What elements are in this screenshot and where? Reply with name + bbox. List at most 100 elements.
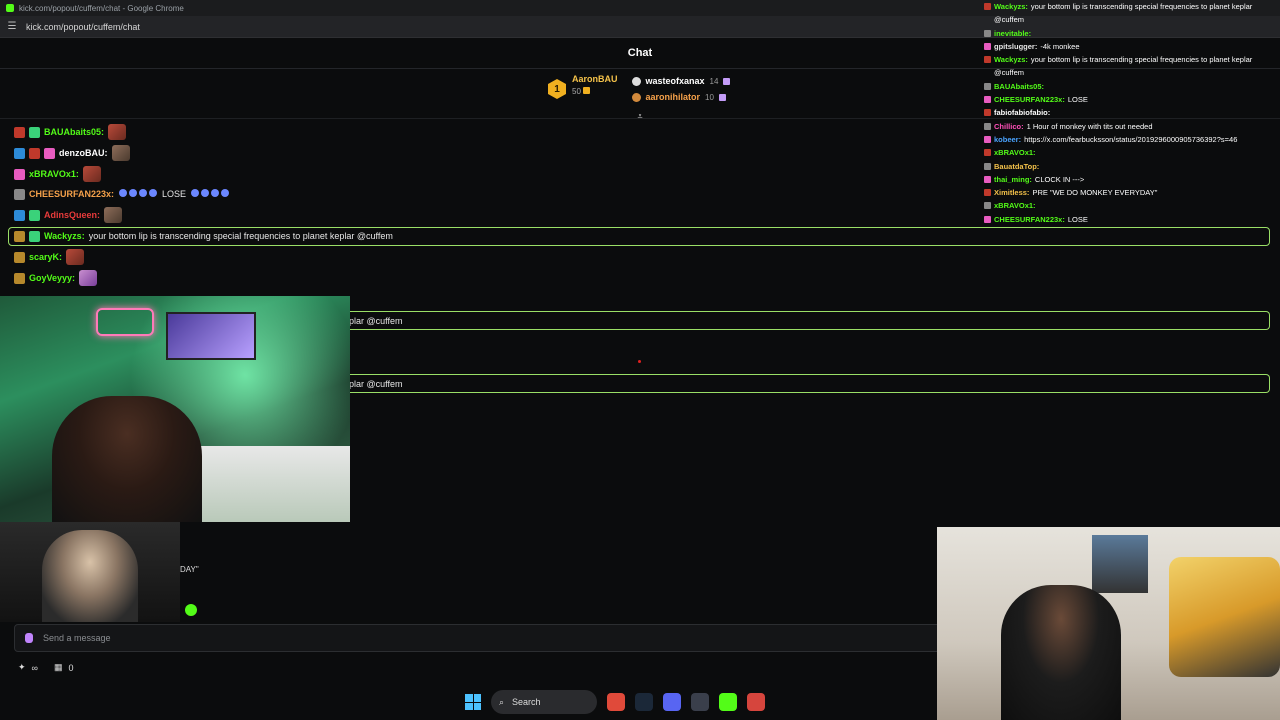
subscriber-badge-icon (29, 147, 40, 159)
chat-message[interactable]: GoyVeyyy: (14, 269, 98, 287)
leader-entry[interactable]: aaronihilator 10 (631, 92, 731, 102)
cursor-dot (638, 360, 641, 363)
highlighted-message-frame: plar @cuffem (346, 311, 1270, 330)
overlay-chat-message: fabiofabiofabio: (984, 106, 1280, 119)
leader-value: 10 (705, 92, 714, 102)
subscriber-badge-icon (14, 230, 25, 242)
message-text: LOSE (162, 189, 187, 199)
message-text: your bottom lip is transcending special … (994, 55, 1253, 78)
silver-medal-icon (631, 76, 641, 86)
chat-message[interactable]: BAUAbaits05: (14, 123, 127, 141)
chat-message[interactable]: denzoBAU: (14, 144, 130, 162)
tv-screen (166, 312, 256, 360)
overlay-message-body: kobeer: https://x.com/fearbucksson/status… (994, 133, 1237, 146)
username[interactable]: Wackyzs: (44, 231, 85, 241)
taskbar-search[interactable]: ⌕ Search (491, 690, 597, 714)
message-text: plar @cuffem (349, 315, 403, 326)
rank-badge: 1 (548, 79, 566, 99)
leader-name[interactable]: aaronihilator (646, 92, 701, 102)
emote-icon (82, 166, 101, 182)
gift-badge-icon (44, 147, 55, 159)
message-text: https://x.com/fearbucksson/status/201929… (1024, 134, 1238, 144)
window-title: kick.com/popout/cuffem/chat - Google Chr… (19, 3, 184, 13)
username: xBRAVOx1: (994, 148, 1036, 158)
username: thai_ming: (994, 174, 1032, 184)
username: xBRAVOx1: (994, 201, 1036, 211)
kick-icon[interactable] (719, 693, 737, 711)
username[interactable]: xBRAVOx1: (29, 169, 79, 179)
chat-footer: ✦ ∞ ▦ 0 (18, 662, 74, 673)
username: Chillico: (994, 121, 1024, 131)
overlay-message-body: CHEESURFAN223x: LOSE (994, 213, 1088, 226)
overlay-message-body: thai_ming: CLOCK IN ---> (994, 173, 1084, 186)
username[interactable]: GoyVeyyy: (29, 273, 75, 283)
overlay-message-body: CHEESURFAN223x: LOSE (994, 93, 1088, 106)
message-text: your bottom lip is transcending special … (994, 2, 1253, 25)
chat-message[interactable]: AdinsQueen: (14, 206, 123, 224)
gift-badge-icon (29, 230, 40, 242)
app-icon[interactable] (691, 693, 709, 711)
chat-message[interactable]: CHEESURFAN223x: LOSE (14, 185, 230, 203)
overlay-message-body: BAUAbaits05: (994, 80, 1047, 93)
chat-message[interactable]: xBRAVOx1: (14, 165, 101, 183)
emoji-button-icon[interactable] (185, 604, 197, 616)
leader-top-entry[interactable]: 1 AaronBAU 50 (548, 74, 618, 110)
message-input-placeholder[interactable]: Send a message (43, 633, 111, 643)
username[interactable]: CHEESURFAN223x: (29, 189, 114, 199)
leader-value: 50 (572, 87, 581, 96)
overlay-message-body: xBRAVOx1: (994, 146, 1039, 159)
coin-icon (582, 87, 590, 94)
steam-icon[interactable] (635, 693, 653, 711)
chat-message[interactable]: scaryK: (14, 248, 85, 266)
subscriber-badge-icon (14, 126, 25, 138)
gift-button[interactable]: ▦ 0 (54, 662, 74, 673)
message-input[interactable]: Send a message (14, 624, 944, 652)
username[interactable]: AdinsQueen: (44, 210, 100, 220)
streamer-person (52, 396, 202, 522)
badge-icon (984, 122, 991, 130)
vip-badge-icon (14, 209, 25, 221)
username[interactable]: BAUAbaits05: (44, 127, 104, 137)
username: CHEESURFAN223x: (994, 95, 1065, 105)
overlay-chat-message: CHEESURFAN223x: LOSE (984, 93, 1280, 106)
leader-name[interactable]: wasteofxanax (646, 76, 705, 86)
username: gpitslugger: (994, 41, 1038, 51)
gift-icon (723, 77, 731, 85)
overlay-chat-message: Chillico: 1 Hour of monkey with tits out … (984, 120, 1280, 133)
discord-icon[interactable] (663, 693, 681, 711)
emote-row (118, 189, 158, 199)
vip-badge-icon (14, 147, 25, 159)
chrome-active-icon[interactable] (747, 693, 765, 711)
highlighted-message-frame: plar @cuffem (346, 374, 1270, 393)
taskbar: ⌕ Search (465, 690, 765, 714)
bed (1169, 557, 1280, 677)
site-info-icon[interactable]: ☰ (6, 21, 18, 33)
leader-entry[interactable]: wasteofxanax 14 (631, 76, 731, 86)
leader-value: 14 (709, 76, 719, 86)
message-text: LOSE (1067, 95, 1088, 105)
webcam-overlay-streamer (0, 296, 350, 522)
overlay-chat-message: gpitslugger: -4k monkee (984, 40, 1280, 53)
username[interactable]: scaryK: (29, 252, 62, 262)
username: Wackyzs: (994, 2, 1028, 11)
username: kobeer: (994, 134, 1022, 144)
overlay-chat-message: thai_ming: CLOCK IN ---> (984, 173, 1280, 186)
windows-start-icon[interactable] (465, 694, 481, 710)
chrome-icon[interactable] (607, 693, 625, 711)
url-text[interactable]: kick.com/popout/cuffem/chat (26, 22, 140, 32)
mic-icon[interactable] (25, 633, 33, 643)
username[interactable]: denzoBAU: (59, 148, 108, 158)
neon-sign (96, 308, 154, 336)
overlay-chat-message: xBRAVOx1: (984, 146, 1280, 159)
badge-icon (984, 162, 991, 170)
gift-leaderboard: 1 AaronBAU 50 wasteofxanax 14 aaronihila… (548, 74, 731, 110)
badge-icon (984, 96, 991, 104)
username: fabiofabiofabio: (994, 108, 1051, 118)
kick-favicon-icon (6, 4, 14, 12)
overlay-chat-message: xBRAVOx1: (984, 199, 1280, 212)
leader-name[interactable]: AaronBAU (572, 74, 618, 84)
overlay-chat: Wackyzs: your bottom lip is transcending … (984, 0, 1280, 226)
points-button[interactable]: ✦ ∞ (18, 662, 38, 673)
chat-message-highlighted[interactable]: Wackyzs: your bottom lip is transcending… (14, 227, 393, 245)
shelf (1092, 535, 1148, 593)
